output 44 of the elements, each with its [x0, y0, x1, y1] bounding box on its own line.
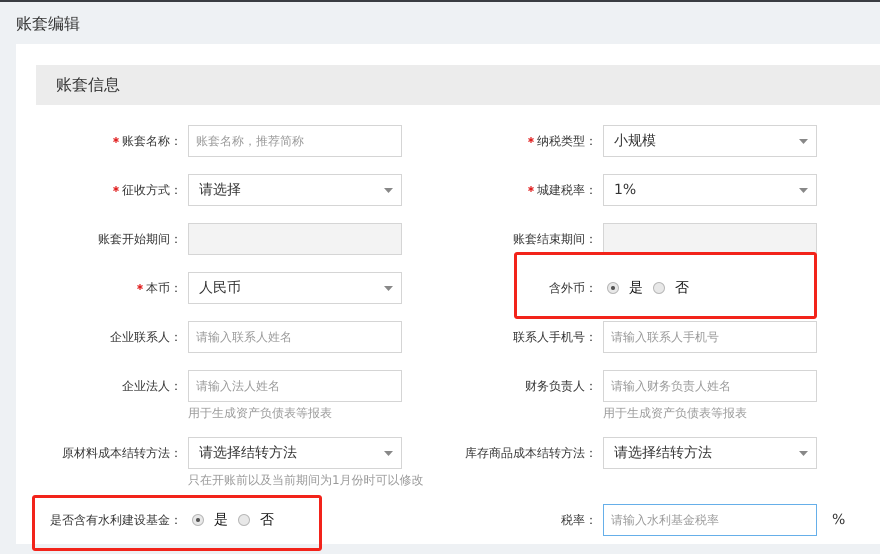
text-field[interactable]: 请输入法人姓名: [188, 370, 402, 402]
field-label: 企业联系人：: [110, 328, 182, 346]
field-label: 账套名称：: [122, 132, 182, 150]
field-label: 本币：: [146, 280, 182, 296]
field-label: 税率：: [561, 512, 597, 528]
field-label: 纳税类型：: [537, 132, 597, 150]
dropdown[interactable]: 请选择结转方法: [188, 437, 402, 469]
hint-text: 用于生成资产负债表等报表: [188, 406, 333, 420]
hint-text: 只在开账前以及当前期间为1月份时可以修改: [188, 473, 425, 487]
field-label: 账套结束期间：: [513, 230, 597, 248]
caret-icon: [799, 188, 808, 192]
caret-icon: [384, 450, 393, 456]
field-label: 企业法人：: [122, 378, 182, 394]
field-label: 库存商品成本结转方法：: [465, 444, 597, 462]
dropdown[interactable]: 小规模: [603, 125, 817, 157]
dropdown[interactable]: 请选择结转方法: [603, 437, 817, 469]
field-label: 原材料成本结转方法：: [62, 444, 182, 462]
page-title: 账套编辑: [15, 13, 81, 35]
caret-icon: [384, 188, 393, 192]
caret-icon: [384, 286, 393, 290]
field-label: 城建税率：: [537, 182, 597, 198]
text-field[interactable]: 账套名称，推荐简称: [188, 125, 402, 157]
text-field[interactable]: 请输入联系人手机号: [603, 321, 817, 353]
field-label: 是否含有水利建设基金：: [50, 512, 182, 528]
text-field[interactable]: 请输入联系人姓名: [188, 321, 402, 353]
field-label: 征收方式：: [122, 182, 182, 198]
radio-option[interactable]: 否: [653, 279, 689, 297]
unit-label: %: [832, 512, 846, 528]
dropdown[interactable]: 人民币: [188, 272, 402, 304]
field-label: 财务负责人：: [525, 378, 597, 394]
text-field[interactable]: 请输入水利基金税率: [603, 504, 817, 536]
radio-option[interactable]: 是: [192, 511, 228, 529]
dropdown[interactable]: 请选择: [188, 174, 402, 206]
caret-icon: [799, 138, 808, 144]
section-title: 账套信息: [56, 74, 120, 96]
field-label: 含外币：: [549, 280, 597, 296]
field-label: 联系人手机号：: [513, 328, 597, 346]
dropdown[interactable]: 1%: [603, 174, 817, 206]
radio-option[interactable]: 是: [607, 279, 643, 297]
radio-option[interactable]: 否: [238, 511, 274, 529]
text-field[interactable]: 请输入财务负责人姓名: [603, 370, 817, 402]
hint-text: 用于生成资产负债表等报表: [603, 406, 748, 420]
caret-icon: [799, 450, 808, 456]
field-label: 账套开始期间：: [98, 230, 182, 248]
